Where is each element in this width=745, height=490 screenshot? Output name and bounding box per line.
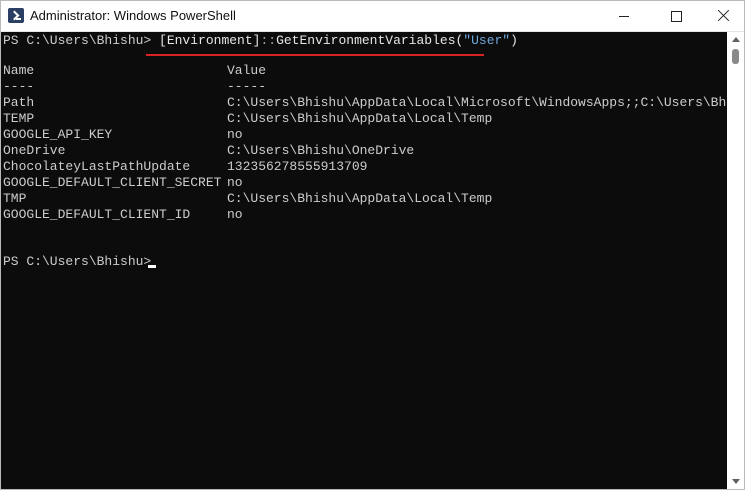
row-value: C:\Users\Bhishu\OneDrive bbox=[227, 143, 415, 158]
header-value: Value bbox=[227, 63, 267, 78]
row-name: OneDrive bbox=[3, 143, 66, 158]
row-name: GOOGLE_DEFAULT_CLIENT_SECRET bbox=[3, 175, 222, 190]
console-output[interactable]: PS C:\Users\Bhishu> [Environment]::GetEn… bbox=[1, 32, 744, 489]
command-method: GetEnvironmentVariables( bbox=[276, 33, 464, 48]
row-name: TEMP bbox=[3, 111, 35, 126]
minimize-icon bbox=[619, 16, 629, 17]
row-name: GOOGLE_API_KEY bbox=[3, 127, 113, 142]
close-icon bbox=[717, 9, 730, 22]
row-name: TMP bbox=[3, 191, 27, 206]
powershell-window: Administrator: Windows PowerShell PS C:\… bbox=[0, 0, 745, 490]
header-name: Name bbox=[3, 63, 35, 78]
row-value: no bbox=[227, 175, 243, 190]
final-prompt: PS C:\Users\Bhishu> bbox=[3, 254, 152, 269]
row-name: GOOGLE_DEFAULT_CLIENT_ID bbox=[3, 207, 191, 222]
command-prompt: PS C:\Users\Bhishu> bbox=[3, 33, 160, 48]
scroll-up-icon[interactable] bbox=[732, 37, 740, 42]
command-line: PS C:\Users\Bhishu> [Environment]::GetEn… bbox=[3, 33, 518, 49]
vertical-scrollbar[interactable] bbox=[727, 32, 744, 489]
row-value: no bbox=[227, 127, 243, 142]
header-name-rule: ---- bbox=[3, 79, 35, 94]
row-value: no bbox=[227, 207, 243, 222]
close-button[interactable] bbox=[699, 1, 744, 31]
maximize-button[interactable] bbox=[651, 1, 699, 31]
row-value: C:\Users\Bhishu\AppData\Local\Temp bbox=[227, 111, 493, 126]
command-argument: "User" bbox=[463, 33, 511, 48]
title-bar[interactable]: Administrator: Windows PowerShell bbox=[1, 1, 744, 32]
powershell-icon bbox=[8, 8, 24, 23]
maximize-icon bbox=[671, 11, 682, 22]
row-name: Path bbox=[3, 95, 35, 110]
row-name: ChocolateyLastPathUpdate bbox=[3, 159, 191, 174]
row-value: 132356278555913709 bbox=[227, 159, 368, 174]
scrollbar-thumb[interactable] bbox=[732, 49, 739, 64]
command-class-token: [Environment] bbox=[159, 33, 261, 48]
window-title: Administrator: Windows PowerShell bbox=[30, 8, 236, 23]
command-separator: :: bbox=[260, 33, 277, 48]
header-value-rule: ----- bbox=[227, 79, 267, 94]
row-value: C:\Users\Bhishu\AppData\Local\Temp bbox=[227, 191, 493, 206]
command-close-paren: ) bbox=[510, 33, 518, 48]
scroll-down-icon[interactable] bbox=[732, 479, 740, 484]
highlight-underline bbox=[146, 54, 484, 56]
minimize-button[interactable] bbox=[600, 1, 648, 31]
row-value: C:\Users\Bhishu\AppData\Local\Microsoft\… bbox=[227, 95, 745, 110]
text-cursor bbox=[148, 265, 156, 268]
